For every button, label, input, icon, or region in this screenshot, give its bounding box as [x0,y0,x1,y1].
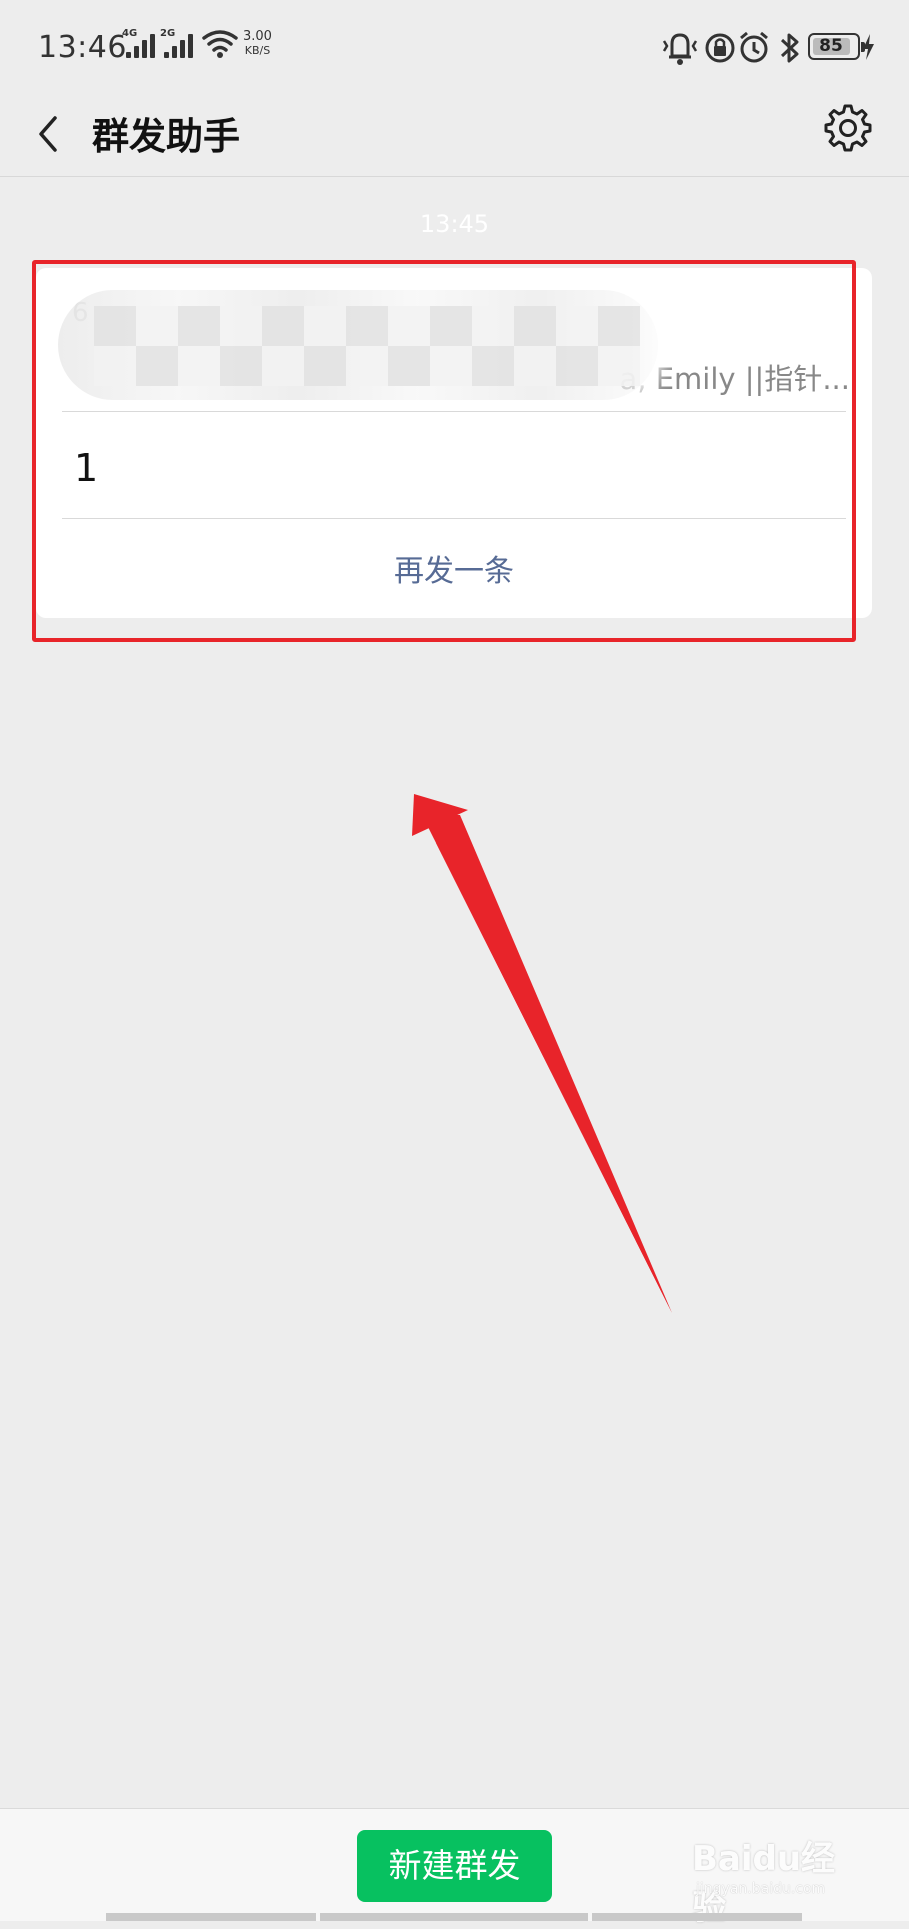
message-timestamp: 13:45 [419,210,490,238]
network-speed: 3.00 KB/S [243,30,272,58]
bottom-action-bar: 新建群发 Baidu经验 jingyan.baidu.com [0,1808,909,1928]
divider [62,518,846,519]
bluetooth-icon [780,33,799,63]
vibrate-icon [662,33,698,65]
gear-icon [824,104,872,152]
baidu-watermark: Baidu经验 jingyan.baidu.com [692,1831,862,1928]
privacy-mosaic [94,306,640,386]
back-button[interactable] [25,104,85,164]
settings-button[interactable] [818,98,878,158]
signal-sim2-icon: 2G [160,28,194,60]
resend-button[interactable]: 再发一条 [36,546,872,590]
page-title: 群发助手 [92,115,240,158]
alarm-icon [740,31,768,63]
recipients-list[interactable]: 6 a, Emily ||指针... [36,268,872,410]
charging-icon [863,34,874,60]
network-speed-unit: KB/S [244,44,271,57]
nav-bar: 群发助手 [0,90,909,177]
status-bar: 13:46 4G 2G 3.00 KB/S 85 [0,0,909,90]
wifi-icon [202,30,238,58]
broadcast-message-card: 6 a, Emily ||指针... 1 再发一条 [36,268,872,618]
back-arrow-icon [39,116,57,152]
new-broadcast-button[interactable]: 新建群发 [357,1830,552,1902]
message-content: 1 [74,446,99,490]
network-speed-value: 3.00 [243,29,272,44]
battery-level: 85 [819,36,843,56]
divider [62,411,846,412]
status-time: 13:46 [38,30,127,65]
battery-icon: 85 [808,33,865,60]
signal-sim1-icon: 4G [122,28,156,60]
watermark-url: jingyan.baidu.com [696,1881,826,1897]
